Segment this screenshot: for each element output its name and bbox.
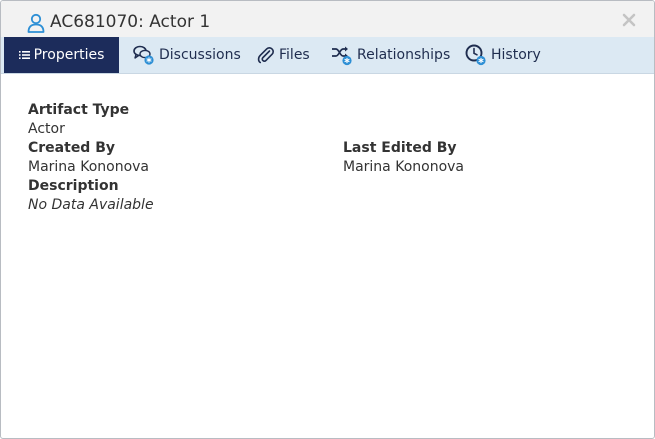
discussion-icon: [133, 45, 154, 65]
tab-discussions[interactable]: Discussions: [133, 37, 241, 73]
tab-label: Properties: [33, 47, 105, 63]
created-by-value: Marina Kononova: [28, 159, 149, 175]
dialog-titlebar: AC681070: Actor 1: [1, 1, 654, 38]
tab-bar: Properties Discussions Files Relationshi…: [1, 37, 654, 74]
tab-label: Relationships: [357, 47, 451, 63]
artifact-type-value: Actor: [28, 121, 65, 137]
description-label: Description: [28, 178, 119, 194]
dialog-title: AC681070: Actor 1: [50, 12, 211, 32]
tab-files[interactable]: Files: [257, 37, 310, 73]
artifact-type-label: Artifact Type: [28, 102, 130, 118]
tab-relationships[interactable]: Relationships: [331, 37, 450, 73]
tab-label: Discussions: [159, 47, 241, 63]
actor-icon: [27, 13, 45, 33]
paperclip-icon: [257, 46, 274, 64]
last-edited-by-label: Last Edited By: [343, 140, 457, 156]
list-icon: [18, 51, 30, 59]
close-icon[interactable]: [622, 13, 636, 27]
artifact-dialog: AC681070: Actor 1 Properties Discussions…: [0, 0, 655, 439]
last-edited-by-value: Marina Kononova: [343, 159, 464, 175]
tab-history[interactable]: History: [465, 37, 541, 73]
created-by-label: Created By: [28, 140, 116, 156]
tab-label: History: [491, 47, 541, 63]
history-icon: [465, 44, 486, 66]
description-value: No Data Available: [28, 197, 154, 213]
tab-properties[interactable]: Properties: [4, 37, 119, 73]
relationships-icon: [332, 46, 352, 66]
tab-label: Files: [279, 47, 310, 63]
